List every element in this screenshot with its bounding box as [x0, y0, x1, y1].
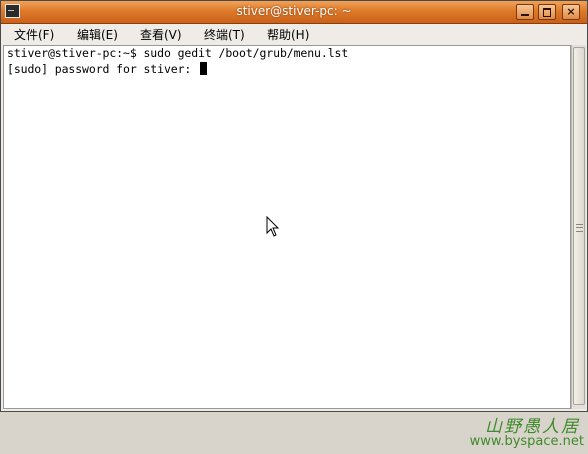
watermark: 山野愚人居 www.byspace.net	[470, 412, 588, 454]
menu-terminal[interactable]: 终端(T)	[204, 26, 245, 43]
title-bar[interactable]: stiver@stiver-pc: ~ ×	[1, 1, 587, 24]
grip-icon	[576, 224, 583, 232]
terminal-line: stiver@stiver-pc:~$ sudo gedit /boot/gru…	[7, 46, 349, 60]
mouse-pointer-icon	[266, 216, 280, 237]
menu-view[interactable]: 查看(V)	[140, 26, 182, 43]
terminal-output[interactable]: stiver@stiver-pc:~$ sudo gedit /boot/gru…	[3, 45, 584, 449]
menu-edit[interactable]: 编辑(E)	[77, 26, 118, 43]
text-cursor	[200, 62, 208, 75]
window-title: stiver@stiver-pc: ~	[236, 4, 352, 18]
scrollbar-thumb[interactable]	[573, 47, 585, 405]
minimize-button[interactable]	[516, 4, 534, 20]
terminal-window: stiver@stiver-pc: ~ × 文件(F) 编辑(E) 查看(V) …	[0, 0, 588, 449]
watermark-url: www.byspace.net	[469, 434, 584, 449]
close-button[interactable]: ×	[562, 4, 580, 20]
maximize-button[interactable]	[538, 4, 556, 20]
terminal-line: [sudo] password for stiver:	[7, 62, 208, 76]
menu-bar: 文件(F) 编辑(E) 查看(V) 终端(T) 帮助(H)	[1, 24, 587, 44]
vertical-scrollbar[interactable]	[571, 45, 586, 409]
menu-help[interactable]: 帮助(H)	[267, 26, 309, 43]
menu-file[interactable]: 文件(F)	[14, 26, 54, 43]
